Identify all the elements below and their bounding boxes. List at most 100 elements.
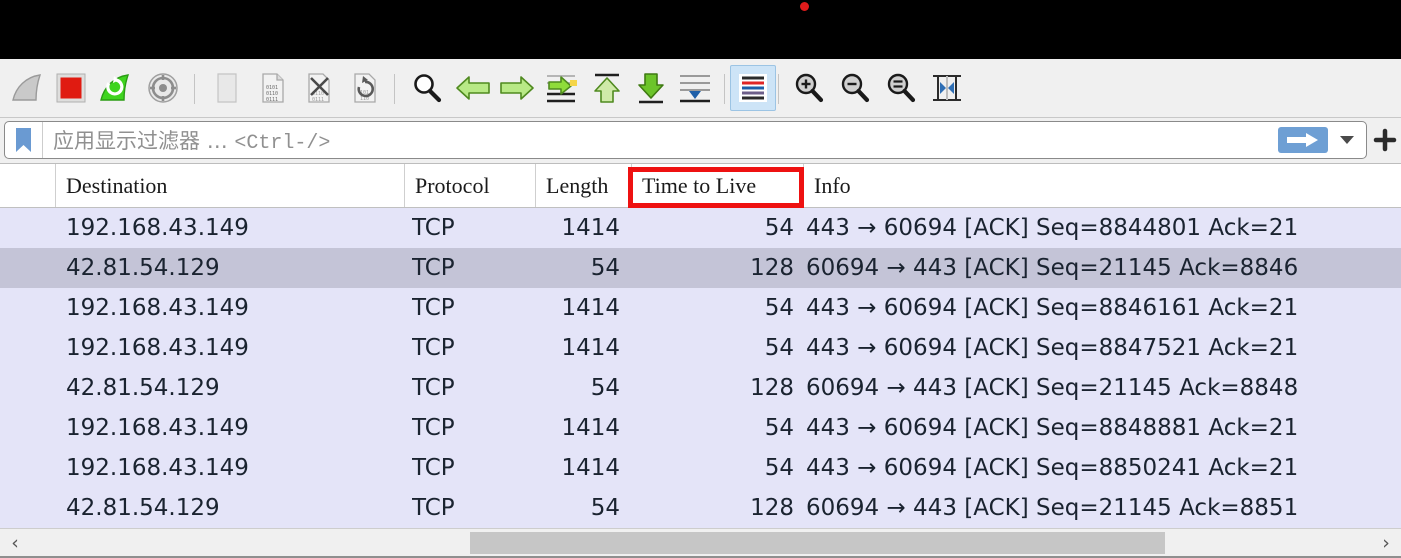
display-filter-input[interactable]: 应用显示过滤器 … <Ctrl-/> xyxy=(4,121,1367,159)
cell-destination: 192.168.43.149 xyxy=(66,455,249,481)
go-back-icon[interactable] xyxy=(450,65,496,111)
go-to-last-icon[interactable] xyxy=(628,65,674,111)
scroll-right-arrow-icon[interactable]: › xyxy=(1373,529,1399,556)
zoom-out-icon[interactable] xyxy=(832,65,878,111)
table-row[interactable]: 192.168.43.149 TCP 1414 54 443 → 60694 [ACK]… xyxy=(0,288,1401,328)
cell-info: 443 → 60694 [ACK] Seq=8847521 Ack=21 xyxy=(806,335,1299,361)
auto-scroll-icon[interactable] xyxy=(672,65,718,111)
cell-info: 443 → 60694 [ACK] Seq=8844801 Ack=21 xyxy=(806,215,1299,241)
packet-rows: 192.168.43.149 TCP 1414 54 443 → 60694 [ACK]… xyxy=(0,208,1401,528)
cell-destination: 42.81.54.129 xyxy=(66,255,220,281)
scroll-left-arrow-icon[interactable]: ‹ xyxy=(2,529,28,556)
column-header-info[interactable]: Info xyxy=(804,164,1401,207)
toolbar-separator-4 xyxy=(778,74,779,104)
column-header-destination[interactable]: Destination xyxy=(56,164,405,207)
reload-file-icon[interactable]: 101 110 xyxy=(342,65,388,111)
restart-capture-icon[interactable] xyxy=(92,65,138,111)
filter-dropdown-button[interactable] xyxy=(1332,125,1362,155)
scrollbar-thumb[interactable] xyxy=(470,532,1165,554)
display-filter-placeholder: 应用显示过滤器 … <Ctrl-/> xyxy=(43,125,1278,155)
toolbar-separator-3 xyxy=(724,74,725,104)
colorize-packets-icon[interactable] xyxy=(730,65,776,111)
display-filter-bar: 应用显示过滤器 … <Ctrl-/> xyxy=(0,118,1401,164)
cell-info: 443 → 60694 [ACK] Seq=8846161 Ack=21 xyxy=(806,295,1299,321)
column-header-protocol[interactable]: Protocol xyxy=(405,164,536,207)
cell-protocol: TCP xyxy=(412,215,455,241)
cell-destination: 192.168.43.149 xyxy=(66,335,249,361)
main-toolbar: 0101 0110 0111 0110 0111 101 110 xyxy=(0,59,1401,118)
cell-ttl: 128 xyxy=(750,375,794,401)
toolbar-separator-1 xyxy=(194,74,195,104)
cell-ttl: 54 xyxy=(764,295,794,321)
cell-destination: 192.168.43.149 xyxy=(66,215,249,241)
go-to-first-icon[interactable] xyxy=(584,65,630,111)
cell-ttl: 54 xyxy=(764,455,794,481)
cell-protocol: TCP xyxy=(412,495,455,521)
cell-protocol: TCP xyxy=(412,255,455,281)
cell-ttl: 54 xyxy=(764,415,794,441)
cell-length: 1414 xyxy=(561,295,620,321)
resize-columns-icon[interactable] xyxy=(924,65,970,111)
find-packet-icon[interactable] xyxy=(404,65,450,111)
cell-destination: 42.81.54.129 xyxy=(66,375,220,401)
column-header-time-to-live[interactable]: Time to Live xyxy=(632,164,804,207)
go-forward-icon[interactable] xyxy=(494,65,540,111)
cell-destination: 192.168.43.149 xyxy=(66,415,249,441)
column-header-length[interactable]: Length xyxy=(536,164,632,207)
zoom-reset-icon[interactable] xyxy=(878,65,924,111)
cell-length: 1414 xyxy=(561,215,620,241)
stop-capture-icon[interactable] xyxy=(48,65,94,111)
table-row[interactable]: 42.81.54.129 TCP 54 128 60694 → 443 [ACK] Se… xyxy=(0,368,1401,408)
svg-text:0111: 0111 xyxy=(312,97,324,103)
table-row[interactable]: 192.168.43.149 TCP 1414 54 443 → 60694 [ACK]… xyxy=(0,408,1401,448)
cell-info: 60694 → 443 [ACK] Seq=21145 Ack=8848 xyxy=(806,375,1299,401)
start-capture-icon[interactable] xyxy=(4,65,50,111)
open-file-icon[interactable] xyxy=(204,65,250,111)
column-header-gutter[interactable] xyxy=(0,164,56,207)
cell-info: 443 → 60694 [ACK] Seq=8848881 Ack=21 xyxy=(806,415,1299,441)
cell-ttl: 128 xyxy=(750,495,794,521)
cell-length: 1414 xyxy=(561,335,620,361)
cell-ttl: 54 xyxy=(764,215,794,241)
cell-length: 54 xyxy=(590,495,620,521)
table-row[interactable]: 192.168.43.149 TCP 1414 54 443 → 60694 [ACK]… xyxy=(0,448,1401,488)
cell-protocol: TCP xyxy=(412,375,455,401)
cell-length: 54 xyxy=(590,255,620,281)
cell-info: 60694 → 443 [ACK] Seq=21145 Ack=8851 xyxy=(806,495,1299,521)
toolbar-separator-2 xyxy=(394,74,395,104)
table-row[interactable]: 192.168.43.149 TCP 1414 54 443 → 60694 [ACK]… xyxy=(0,208,1401,248)
cell-length: 54 xyxy=(590,375,620,401)
zoom-in-icon[interactable] xyxy=(786,65,832,111)
filter-placeholder-ellipsis: … xyxy=(206,129,228,153)
recording-indicator-dot xyxy=(800,2,809,11)
bookmark-icon[interactable] xyxy=(5,122,43,158)
cell-length: 1414 xyxy=(561,415,620,441)
cell-length: 1414 xyxy=(561,455,620,481)
add-filter-button[interactable] xyxy=(1372,127,1398,153)
filter-placeholder-text: 应用显示过滤器 xyxy=(53,129,200,153)
svg-text:0111: 0111 xyxy=(266,97,278,103)
table-row[interactable]: 42.81.54.129 TCP 54 128 60694 → 443 [ACK] Se… xyxy=(0,248,1401,288)
cell-info: 443 → 60694 [ACK] Seq=8850241 Ack=21 xyxy=(806,455,1299,481)
title-bar xyxy=(0,0,1401,59)
packet-list[interactable]: Destination Protocol Length Time to Live… xyxy=(0,164,1401,528)
cell-destination: 192.168.43.149 xyxy=(66,295,249,321)
cell-protocol: TCP xyxy=(412,455,455,481)
apply-filter-button[interactable] xyxy=(1278,127,1328,153)
save-file-icon[interactable]: 0101 0110 0111 xyxy=(250,65,296,111)
table-row[interactable]: 42.81.54.129 TCP 54 128 60694 → 443 [ACK] Se… xyxy=(0,488,1401,528)
capture-options-icon[interactable] xyxy=(140,65,186,111)
cell-info: 60694 → 443 [ACK] Seq=21145 Ack=8846 xyxy=(806,255,1299,281)
horizontal-scrollbar[interactable]: ‹ › xyxy=(0,528,1401,556)
cell-ttl: 128 xyxy=(750,255,794,281)
packet-list-header: Destination Protocol Length Time to Live… xyxy=(0,164,1401,208)
go-to-packet-icon[interactable] xyxy=(538,65,584,111)
cell-destination: 42.81.54.129 xyxy=(66,495,220,521)
filter-placeholder-shortcut: <Ctrl-/> xyxy=(234,132,331,155)
cell-protocol: TCP xyxy=(412,295,455,321)
table-row[interactable]: 192.168.43.149 TCP 1414 54 443 → 60694 [ACK]… xyxy=(0,328,1401,368)
cell-protocol: TCP xyxy=(412,415,455,441)
cell-protocol: TCP xyxy=(412,335,455,361)
cell-ttl: 54 xyxy=(764,335,794,361)
close-file-icon[interactable]: 0110 0111 xyxy=(296,65,342,111)
